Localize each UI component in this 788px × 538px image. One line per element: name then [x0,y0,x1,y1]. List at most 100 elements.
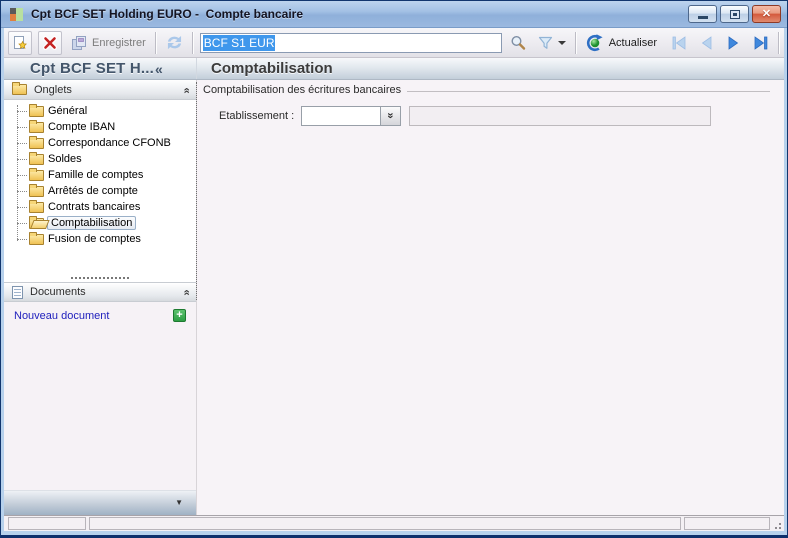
tree-connector [17,190,27,192]
reload-record-button[interactable] [163,33,186,52]
application-window: Cpt BCF SET Holding EURO - Compte bancai… [0,0,788,538]
tree-item-label: Famille de comptes [48,169,144,181]
first-record-icon [672,35,686,50]
sidebar-item-arretes-de-compte[interactable]: Arrêtés de compte [4,183,196,199]
new-document-row: Nouveau document + [4,302,196,322]
refresh-button[interactable]: Actualiser [583,32,660,54]
onglets-section-label: Onglets [34,83,72,96]
onglets-section-header[interactable]: Onglets « [4,80,196,100]
tree-connector [17,142,27,144]
combo-dropdown-button[interactable]: « [380,107,400,125]
refresh-button-label: Actualiser [608,36,657,49]
sidebar-item-correspondance-cfonb[interactable]: Correspondance CFONB [4,135,196,151]
record-name-input[interactable]: BCF S1 EUR [199,32,502,53]
main-panel: Comptabilisation des écritures bancaires… [197,80,784,515]
save-icon [71,35,87,51]
toolbar-separator [574,31,577,54]
open-folder-icon [29,215,44,229]
onglets-tree: Général Compte IBAN Correspondance CFONB [4,100,196,282]
sidebar-item-compte-iban[interactable]: Compte IBAN [4,119,196,135]
refresh-arrows-icon [166,35,183,50]
documents-section-label: Documents [30,286,86,298]
status-panel-right [684,517,770,530]
toolbar-separator [154,31,157,54]
tree-connector [17,110,27,112]
documents-section-header[interactable]: Documents « [4,282,196,302]
status-panel-center [89,517,681,530]
tree-resize-grip[interactable] [71,277,129,279]
close-button[interactable]: ✕ [752,5,781,23]
tree-connector [17,222,27,224]
sidebar-item-soldes[interactable]: Soldes [4,151,196,167]
add-document-button[interactable]: + [173,309,186,322]
folder-icon [29,119,44,133]
last-record-icon [754,35,768,50]
document-icon [12,285,23,299]
tree-connector [17,238,27,240]
window-title: Cpt BCF SET Holding EURO - Compte bancai… [31,7,304,21]
previous-record-button[interactable] [696,34,718,52]
new-document-link[interactable]: Nouveau document [14,310,109,322]
next-record-icon [728,35,739,50]
sidebar-collapse-icon[interactable]: « [155,61,163,77]
tree-item-label: Contrats bancaires [48,201,141,213]
sidebar: Onglets « Général Compte IBAN Correspond… [4,80,197,515]
tree-item-label: Correspondance CFONB [48,137,171,149]
search-button[interactable] [507,33,529,53]
new-document-star-icon [12,35,28,51]
search-icon [510,35,526,51]
sidebar-item-contrats-bancaires[interactable]: Contrats bancaires [4,199,196,215]
minimize-button[interactable] [688,5,717,23]
status-panel-left [8,517,86,530]
last-record-button[interactable] [748,34,772,52]
actualiser-icon [586,33,604,52]
etablissement-combo-value [302,107,380,125]
status-bar [4,515,784,531]
filter-dropdown-caret-icon [557,40,566,45]
groupbox-label: Comptabilisation des écritures bancaires [203,84,402,96]
sidebar-bottom-bar[interactable]: ▼ [4,490,196,515]
tree-connector [17,174,27,176]
sidebar-title: Cpt BCF SET H... [30,60,155,77]
toolbar-separator [778,31,780,54]
tree-connector [17,126,27,128]
minimize-icon [697,16,708,19]
etablissement-combo[interactable]: « [301,106,401,126]
tree-item-label: Soldes [48,153,82,165]
app-icon [10,7,23,21]
delete-x-icon [42,35,58,51]
sidebar-item-general[interactable]: Général [4,103,196,119]
sidebar-item-comptabilisation[interactable]: Comptabilisation [4,215,196,231]
tree-connector [17,206,27,208]
etablissement-label: Etablissement : [219,110,295,122]
save-button[interactable]: Enregistrer [68,33,149,53]
maximize-button[interactable] [720,5,749,23]
previous-record-icon [701,35,712,50]
filter-button[interactable] [535,34,569,52]
etablissement-field-row: Etablissement : « [219,106,774,126]
collapse-section-icon[interactable]: « [180,289,192,294]
page-header: Comptabilisation [197,58,784,79]
window-resize-grip[interactable] [773,517,782,530]
save-button-label: Enregistrer [92,36,146,49]
sidebar-item-famille-de-comptes[interactable]: Famille de comptes [4,167,196,183]
first-record-button[interactable] [668,34,692,52]
next-record-button[interactable] [722,34,744,52]
folder-icon [29,183,44,197]
sidebar-item-fusion-de-comptes[interactable]: Fusion de comptes [4,231,196,247]
tree-item-label: Arrêtés de compte [48,185,138,197]
folder-icon [29,167,44,181]
chevron-double-down-icon: « [384,113,397,119]
title-bar[interactable]: Cpt BCF SET Holding EURO - Compte bancai… [1,1,787,28]
delete-record-button[interactable] [38,30,62,55]
maximize-icon [729,9,740,19]
record-navigation [668,34,772,52]
folder-icon [29,199,44,213]
tree-item-label: Compte IBAN [48,121,116,133]
new-record-button[interactable] [8,30,32,55]
groupbox-line [407,91,770,92]
close-icon: ✕ [761,7,772,20]
collapse-section-icon[interactable]: « [180,87,192,92]
folder-icon [29,135,44,149]
